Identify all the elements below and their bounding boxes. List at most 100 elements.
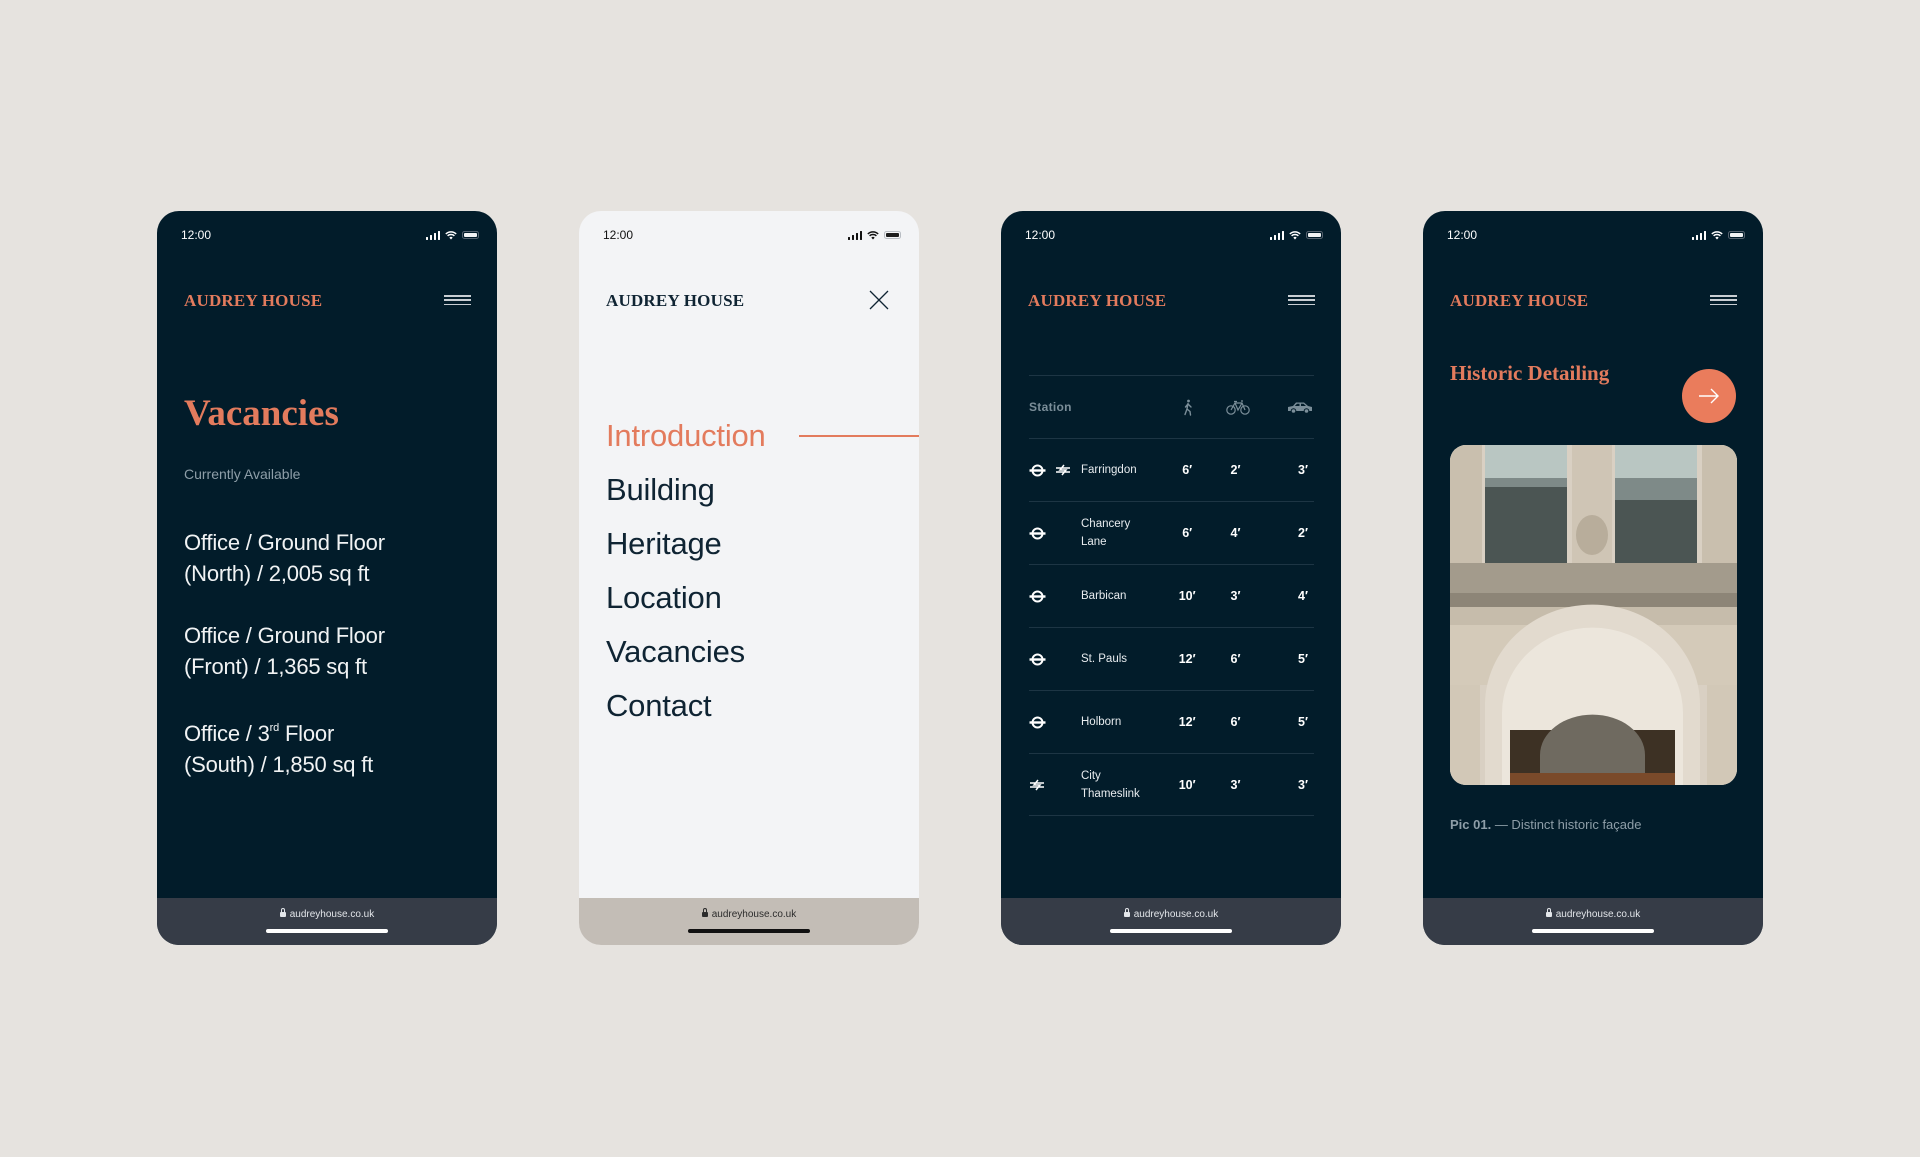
car-time: 5′ xyxy=(1298,652,1308,666)
vacancy-item[interactable]: Office / 3rd Floor (South) / 1,850 sq ft xyxy=(184,713,477,780)
status-icons xyxy=(425,230,479,240)
walking-icon xyxy=(1184,399,1192,416)
car-time: 3′ xyxy=(1298,777,1308,792)
next-button[interactable] xyxy=(1682,369,1736,423)
url-bar[interactable]: audreyhouse.co.uk xyxy=(279,908,374,920)
table-row[interactable]: St. Pauls 12′ 6′ 5′ xyxy=(1029,627,1314,690)
status-icons xyxy=(847,230,901,240)
lock-icon xyxy=(1123,908,1130,918)
url-text: audreyhouse.co.uk xyxy=(711,909,797,920)
car-icon xyxy=(1287,402,1312,414)
bike-time: 4′ xyxy=(1230,526,1241,540)
transport-mode-icons xyxy=(1029,779,1081,791)
battery-icon xyxy=(884,231,901,239)
status-bar: 12:00 xyxy=(603,227,901,243)
main-menu: Introduction Building Heritage Location … xyxy=(606,409,919,733)
hamburger-menu-icon[interactable] xyxy=(1710,295,1737,305)
url-text: audreyhouse.co.uk xyxy=(1555,909,1641,920)
phone-heritage-screen: 12:00 AUDREY HOUSE Historic Detailing Pi… xyxy=(1423,211,1763,945)
signal-icon xyxy=(847,230,862,240)
page-title: Vacancies xyxy=(184,393,339,434)
menu-item-introduction[interactable]: Introduction xyxy=(606,409,919,463)
vacancy-line-2: (South) / 1,850 sq ft xyxy=(184,752,374,777)
menu-item-label: Location xyxy=(606,580,722,615)
underground-icon xyxy=(1029,464,1046,476)
station-rows: Farringdon 6′ 2′ 3′ Chancery Lane 6′ 4′ 2′ Barbi… xyxy=(1029,438,1314,816)
vacancy-line-2: (Front) / 1,365 sq ft xyxy=(184,654,367,679)
menu-item-location[interactable]: Location xyxy=(606,571,919,625)
home-indicator[interactable] xyxy=(266,929,388,933)
battery-icon xyxy=(1728,231,1745,239)
brand-logo[interactable]: AUDREY HOUSE xyxy=(1028,291,1166,311)
home-indicator[interactable] xyxy=(1532,929,1654,933)
table-row[interactable]: Holborn 12′ 6′ 5′ xyxy=(1029,690,1314,753)
status-bar: 12:00 xyxy=(1025,227,1323,243)
table-row[interactable]: Barbican 10′ 3′ 4′ xyxy=(1029,564,1314,627)
table-row[interactable]: Farringdon 6′ 2′ 3′ xyxy=(1029,438,1314,501)
signal-icon xyxy=(425,230,440,240)
browser-bottom-bar: audreyhouse.co.uk xyxy=(579,898,919,945)
vacancy-floor-text: Floor xyxy=(279,721,335,746)
table-row[interactable]: City Thameslink 10′ 3′ 3′ xyxy=(1029,753,1314,816)
url-bar[interactable]: audreyhouse.co.uk xyxy=(701,908,797,920)
vacancy-line-1: Office / Ground Floor xyxy=(184,623,385,648)
brand-logo[interactable]: AUDREY HOUSE xyxy=(184,291,322,311)
signal-icon xyxy=(1691,230,1706,240)
car-time: 4′ xyxy=(1298,589,1308,603)
table-header-row: Station xyxy=(1029,375,1314,438)
lock-icon xyxy=(701,908,708,918)
menu-item-label: Introduction xyxy=(606,418,766,453)
battery-icon xyxy=(1306,231,1323,239)
home-indicator[interactable] xyxy=(688,929,810,933)
station-name: Holborn xyxy=(1081,716,1122,728)
national-rail-icon xyxy=(1056,464,1070,476)
section-title: Historic Detailing xyxy=(1450,361,1610,385)
menu-item-vacancies[interactable]: Vacancies xyxy=(606,625,919,679)
active-indicator-line xyxy=(798,435,919,437)
close-icon[interactable] xyxy=(868,289,890,311)
menu-item-heritage[interactable]: Heritage xyxy=(606,517,919,571)
walk-time: 10′ xyxy=(1178,777,1196,792)
walk-column-header xyxy=(1163,399,1213,416)
home-indicator[interactable] xyxy=(1110,929,1232,933)
bike-column-header xyxy=(1213,399,1263,415)
brand-logo[interactable]: AUDREY HOUSE xyxy=(1450,291,1588,311)
arrow-right-icon xyxy=(1699,388,1719,404)
url-bar[interactable]: audreyhouse.co.uk xyxy=(1545,908,1641,920)
vacancy-item[interactable]: Office / Ground Floor (North) / 2,005 sq… xyxy=(184,527,477,589)
walk-time: 6′ xyxy=(1182,463,1193,477)
station-name: City Thameslink xyxy=(1081,769,1140,800)
station-name: St. Pauls xyxy=(1081,653,1128,665)
underground-icon xyxy=(1029,716,1046,728)
bike-time: 2′ xyxy=(1230,463,1241,477)
menu-item-contact[interactable]: Contact xyxy=(606,679,919,733)
url-bar[interactable]: audreyhouse.co.uk xyxy=(1123,908,1219,920)
menu-item-label: Building xyxy=(606,472,715,507)
caption-label: Pic 01. xyxy=(1450,817,1492,832)
brand-logo[interactable]: AUDREY HOUSE xyxy=(606,291,744,311)
status-bar: 12:00 xyxy=(1447,227,1745,243)
url-text: audreyhouse.co.uk xyxy=(1133,909,1219,920)
wifi-icon xyxy=(867,230,879,239)
browser-bottom-bar: audreyhouse.co.uk xyxy=(157,898,497,945)
station-name: Farringdon xyxy=(1081,464,1137,476)
hamburger-menu-icon[interactable] xyxy=(444,295,471,305)
wifi-icon xyxy=(1289,230,1301,239)
status-time: 12:00 xyxy=(181,228,212,242)
menu-item-building[interactable]: Building xyxy=(606,463,919,517)
vacancy-line-1: Office / 3rd Floor xyxy=(184,713,477,749)
transport-mode-icons xyxy=(1029,464,1081,477)
underground-icon xyxy=(1029,590,1046,602)
underground-icon xyxy=(1029,653,1046,665)
transport-mode-icons xyxy=(1029,527,1081,540)
table-row[interactable]: Chancery Lane 6′ 4′ 2′ xyxy=(1029,501,1314,564)
vacancy-line-2: (North) / 2,005 sq ft xyxy=(184,561,370,586)
station-name: Chancery Lane xyxy=(1081,518,1131,548)
bike-time: 6′ xyxy=(1230,715,1241,729)
vacancy-item[interactable]: Office / Ground Floor (Front) / 1,365 sq… xyxy=(184,620,477,682)
bike-time: 3′ xyxy=(1230,777,1241,792)
car-column-header xyxy=(1264,401,1314,414)
wifi-icon xyxy=(1711,230,1723,239)
status-icons xyxy=(1269,230,1323,240)
hamburger-menu-icon[interactable] xyxy=(1288,295,1315,305)
